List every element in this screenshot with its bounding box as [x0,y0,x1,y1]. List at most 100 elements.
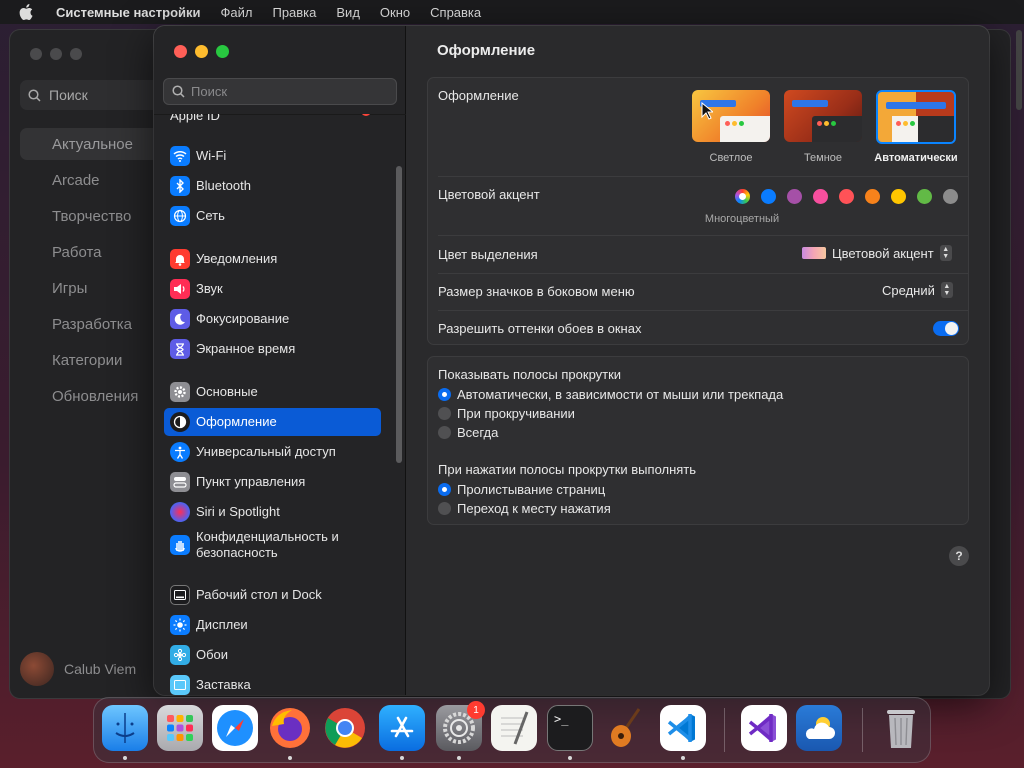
appearance-dark-caption: Темное [803,152,843,164]
dock-chrome[interactable] [322,705,368,751]
appearance-dark-option[interactable] [784,90,862,142]
sidebar-item-siri[interactable]: Siri и Spotlight [164,498,381,526]
sidebar-item-focus[interactable]: Фокусирование [164,305,381,333]
radio-icon [438,502,451,515]
row-divider [438,273,968,274]
menu-window[interactable]: Окно [370,5,420,20]
sidebar-item-wifi[interactable]: Wi‑Fi [164,142,381,170]
tinting-toggle[interactable] [933,321,959,336]
store-category-arcade[interactable]: Arcade [20,164,160,196]
appearance-icon [170,412,190,432]
store-category-discover[interactable]: Актуальное [20,128,160,160]
sidebar-item-label: Дисплеи [196,617,248,632]
speaker-icon [170,279,190,299]
dock-garageband[interactable] [603,705,649,751]
row-divider [438,310,968,311]
dock-trash[interactable] [878,705,924,751]
terminal-icon: >_ [554,712,569,726]
accent-green-swatch[interactable] [917,189,932,204]
running-indicator [568,756,572,760]
window-controls [174,45,229,58]
minimize-button[interactable] [195,45,208,58]
sidebar-scrollbar[interactable] [396,166,402,463]
menu-edit[interactable]: Правка [262,5,326,20]
category-label: Творчество [52,207,132,225]
sidebar-item-bluetooth[interactable]: Bluetooth [164,172,381,200]
dock-vscode[interactable] [660,705,706,751]
accent-multicolor-swatch[interactable] [735,189,750,204]
sidebar-item-notifications[interactable]: Уведомления [164,245,381,273]
sidebar-item-screen-time[interactable]: Экранное время [164,335,381,363]
dock-finder[interactable] [102,705,148,751]
click-jump-radio[interactable]: Переход к месту нажатия [438,501,611,516]
radio-label: Пролистывание страниц [457,482,606,497]
close-button[interactable] [174,45,187,58]
highlight-value: Цветовой акцент [832,245,934,261]
category-label: Обновления [52,387,139,405]
firefox-icon [270,708,310,748]
menu-file[interactable]: Файл [211,5,263,20]
menu-help[interactable]: Справка [420,5,491,20]
accent-red-swatch[interactable] [839,189,854,204]
popup-chevrons-icon: ▲ ▼ [939,245,952,261]
store-category-create[interactable]: Творчество [20,200,160,232]
dock-app-store[interactable] [379,705,425,751]
accent-purple-swatch[interactable] [787,189,802,204]
menu-view[interactable]: Вид [326,5,370,20]
dock-safari[interactable] [212,705,258,751]
sun-icon [170,615,190,635]
cloud-sun-icon [805,717,835,739]
dock-weather[interactable] [796,705,842,751]
store-category-develop[interactable]: Разработка [20,308,160,340]
icon-size-label: Размер значков в боковом меню [438,284,635,299]
toggles-icon [170,472,190,492]
accent-yellow-swatch[interactable] [891,189,906,204]
accent-graphite-swatch[interactable] [943,189,958,204]
sidebar-item-apple-id[interactable]: Apple ID [164,114,381,130]
scrollbars-always-radio[interactable]: Всегда [438,425,498,440]
sidebar-item-privacy[interactable]: Конфиденциальность и безопасность [164,524,381,566]
sidebar-item-displays[interactable]: Дисплеи [164,611,381,639]
store-category-games[interactable]: Игры [20,272,160,304]
dock-terminal[interactable]: >_ [547,705,593,751]
icon-size-popup[interactable]: Средний ▲ ▼ [882,282,953,298]
sidebar-item-desktop-dock[interactable]: Рабочий стол и Dock [164,581,381,609]
appearance-auto-option[interactable] [876,90,956,144]
store-category-categories[interactable]: Категории [20,344,160,376]
store-category-updates[interactable]: Обновления [20,380,160,412]
store-account[interactable]: Calub Viem [20,652,136,686]
sidebar-search-input[interactable] [191,84,381,99]
accent-pink-swatch[interactable] [813,189,828,204]
menu-app-name[interactable]: Системные настройки [46,5,211,20]
sidebar-item-control-center[interactable]: Пункт управления [164,468,381,496]
sidebar-item-sound[interactable]: Звук [164,275,381,303]
sidebar-item-label: Wi‑Fi [196,148,227,163]
dock-launchpad[interactable] [157,705,203,751]
dock-visual-studio[interactable] [741,705,787,751]
scrollbars-auto-radio[interactable]: Автоматически, в зависимости от мыши или… [438,387,783,402]
category-label: Arcade [52,171,100,189]
dock-system-settings[interactable]: 1 [436,701,485,751]
sidebar-item-general[interactable]: Основные [164,378,381,406]
sidebar-item-wallpaper[interactable]: Обои [164,641,381,669]
sidebar-item-screensaver[interactable]: Заставка [164,671,381,695]
page-title: Оформление [437,42,536,59]
store-category-work[interactable]: Работа [20,236,160,268]
scrollbars-scrolling-radio[interactable]: При прокручивании [438,406,575,421]
dock-textedit[interactable] [491,705,537,751]
accent-orange-swatch[interactable] [865,189,880,204]
bell-icon [170,249,190,269]
sidebar-item-appearance[interactable]: Оформление [164,408,381,436]
accent-blue-swatch[interactable] [761,189,776,204]
sidebar-item-label: Фокусирование [196,311,290,326]
sidebar-item-accessibility[interactable]: Универсальный доступ [164,438,381,466]
dock-firefox[interactable] [267,705,313,751]
apple-menu-icon[interactable] [16,2,36,22]
sidebar-item-label: Оформление [196,414,277,429]
sidebar-item-network[interactable]: Сеть [164,202,381,230]
store-search-field[interactable]: Поиск [20,80,160,110]
help-button[interactable]: ? [949,546,969,566]
zoom-button[interactable] [216,45,229,58]
click-next-page-radio[interactable]: Пролистывание страниц [438,482,605,497]
highlight-popup[interactable]: Цветовой акцент ▲ ▼ [802,245,952,261]
